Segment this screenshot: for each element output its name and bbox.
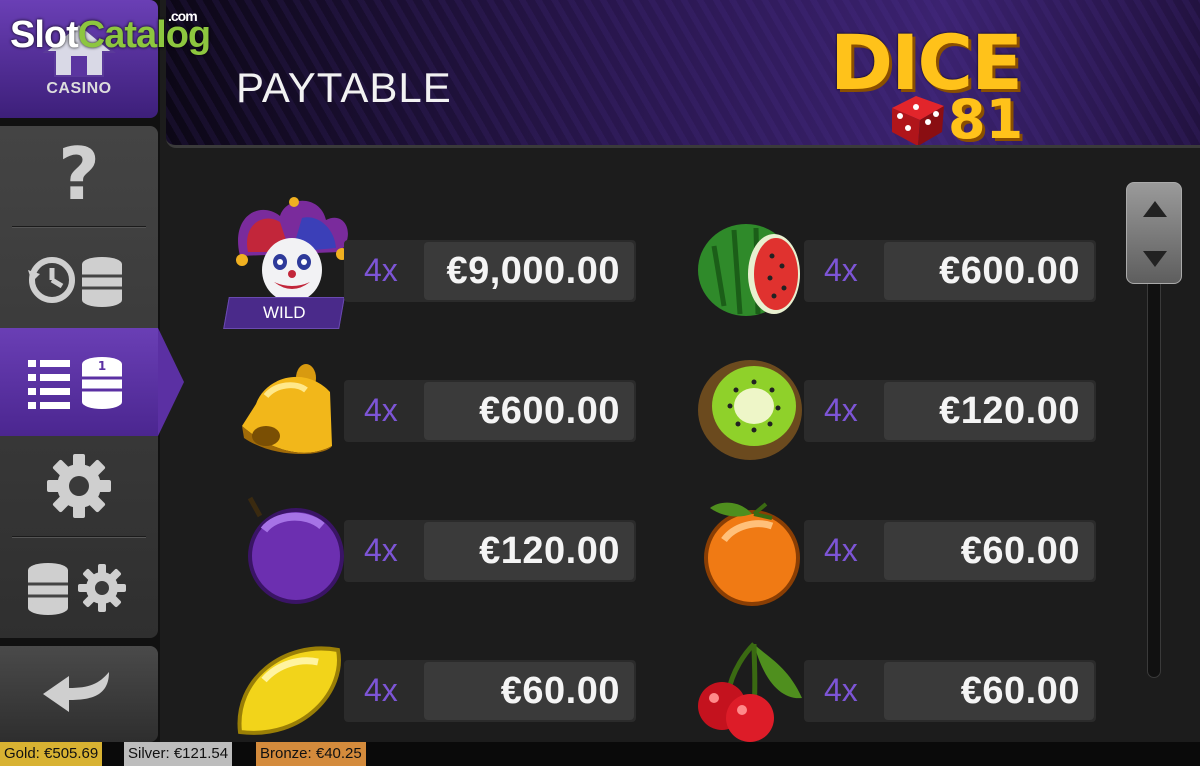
watermark-logo: SlotCatalog .com xyxy=(10,8,211,57)
active-indicator-arrow xyxy=(158,328,184,436)
pay-count: 4x xyxy=(824,532,858,568)
plum-icon xyxy=(247,496,344,604)
bell-icon xyxy=(242,364,332,455)
pay-value: €120.00 xyxy=(424,522,634,580)
pay-count: 4x xyxy=(364,532,398,568)
lemon-icon xyxy=(237,646,341,735)
pay-value: €60.00 xyxy=(424,662,634,720)
sidebar: CASINO ? 1 xyxy=(0,0,184,742)
pay-value: €600.00 xyxy=(884,242,1094,300)
orange-icon xyxy=(704,502,800,606)
pay-count: 4x xyxy=(824,392,858,428)
pay-count: 4x xyxy=(364,392,398,428)
bet-settings-icon xyxy=(28,563,126,615)
menu-group: ? 1 xyxy=(0,126,158,638)
help-button[interactable]: ? xyxy=(0,126,158,226)
jackpot-bronze: Bronze: €40.25 xyxy=(256,742,366,766)
pay-count: 4x xyxy=(364,252,398,288)
jackpot-bar: Gold: €505.69 Silver: €121.54 Bronze: €4… xyxy=(0,742,1200,766)
paytable-button[interactable]: 1 xyxy=(0,328,158,436)
help-icon: ? xyxy=(58,141,100,211)
game-logo: DICE 81 xyxy=(830,18,1092,148)
pay-count: 4x xyxy=(364,672,398,708)
cherry-icon xyxy=(698,642,802,742)
joker-icon xyxy=(236,197,348,302)
svg-text:?: ? xyxy=(58,141,100,211)
pay-value: €120.00 xyxy=(884,382,1094,440)
casino-label: CASINO xyxy=(46,80,112,97)
back-icon xyxy=(43,672,109,712)
paytable-icon: 1 xyxy=(28,357,122,409)
dice-icon xyxy=(892,96,944,145)
watermark-suffix: .com xyxy=(168,8,198,24)
pay-value: €9,000.00 xyxy=(424,242,634,300)
jackpot-gold: Gold: €505.69 xyxy=(0,742,103,766)
page-title: PAYTABLE xyxy=(236,64,452,111)
wild-badge-label: WILD xyxy=(262,303,306,322)
logo-number: 81 xyxy=(948,88,1024,148)
scrollbar-thumb[interactable] xyxy=(1126,182,1182,284)
pay-value: €60.00 xyxy=(884,522,1094,580)
watermark-text-slot: Slot xyxy=(10,14,79,56)
history-icon xyxy=(28,257,122,307)
jackpot-silver: Silver: €121.54 xyxy=(124,742,233,766)
kiwi-icon xyxy=(698,360,802,460)
pay-count: 4x xyxy=(824,252,858,288)
svg-text:1: 1 xyxy=(98,359,106,373)
bet-settings-button[interactable] xyxy=(0,538,158,638)
header-bar: PAYTABLE DICE 81 xyxy=(166,0,1200,148)
history-button[interactable] xyxy=(0,230,158,330)
settings-button[interactable] xyxy=(0,436,158,536)
scroll-down-icon[interactable] xyxy=(1143,251,1167,267)
scrollbar-track[interactable] xyxy=(1147,270,1161,678)
back-button[interactable] xyxy=(0,646,158,742)
wild-badge: WILD xyxy=(223,297,345,329)
settings-icon xyxy=(47,454,111,518)
watermelon-icon xyxy=(698,224,800,316)
pay-count: 4x xyxy=(824,672,858,708)
pay-value: €600.00 xyxy=(424,382,634,440)
scroll-up-icon[interactable] xyxy=(1143,201,1167,217)
pay-value: €60.00 xyxy=(884,662,1094,720)
